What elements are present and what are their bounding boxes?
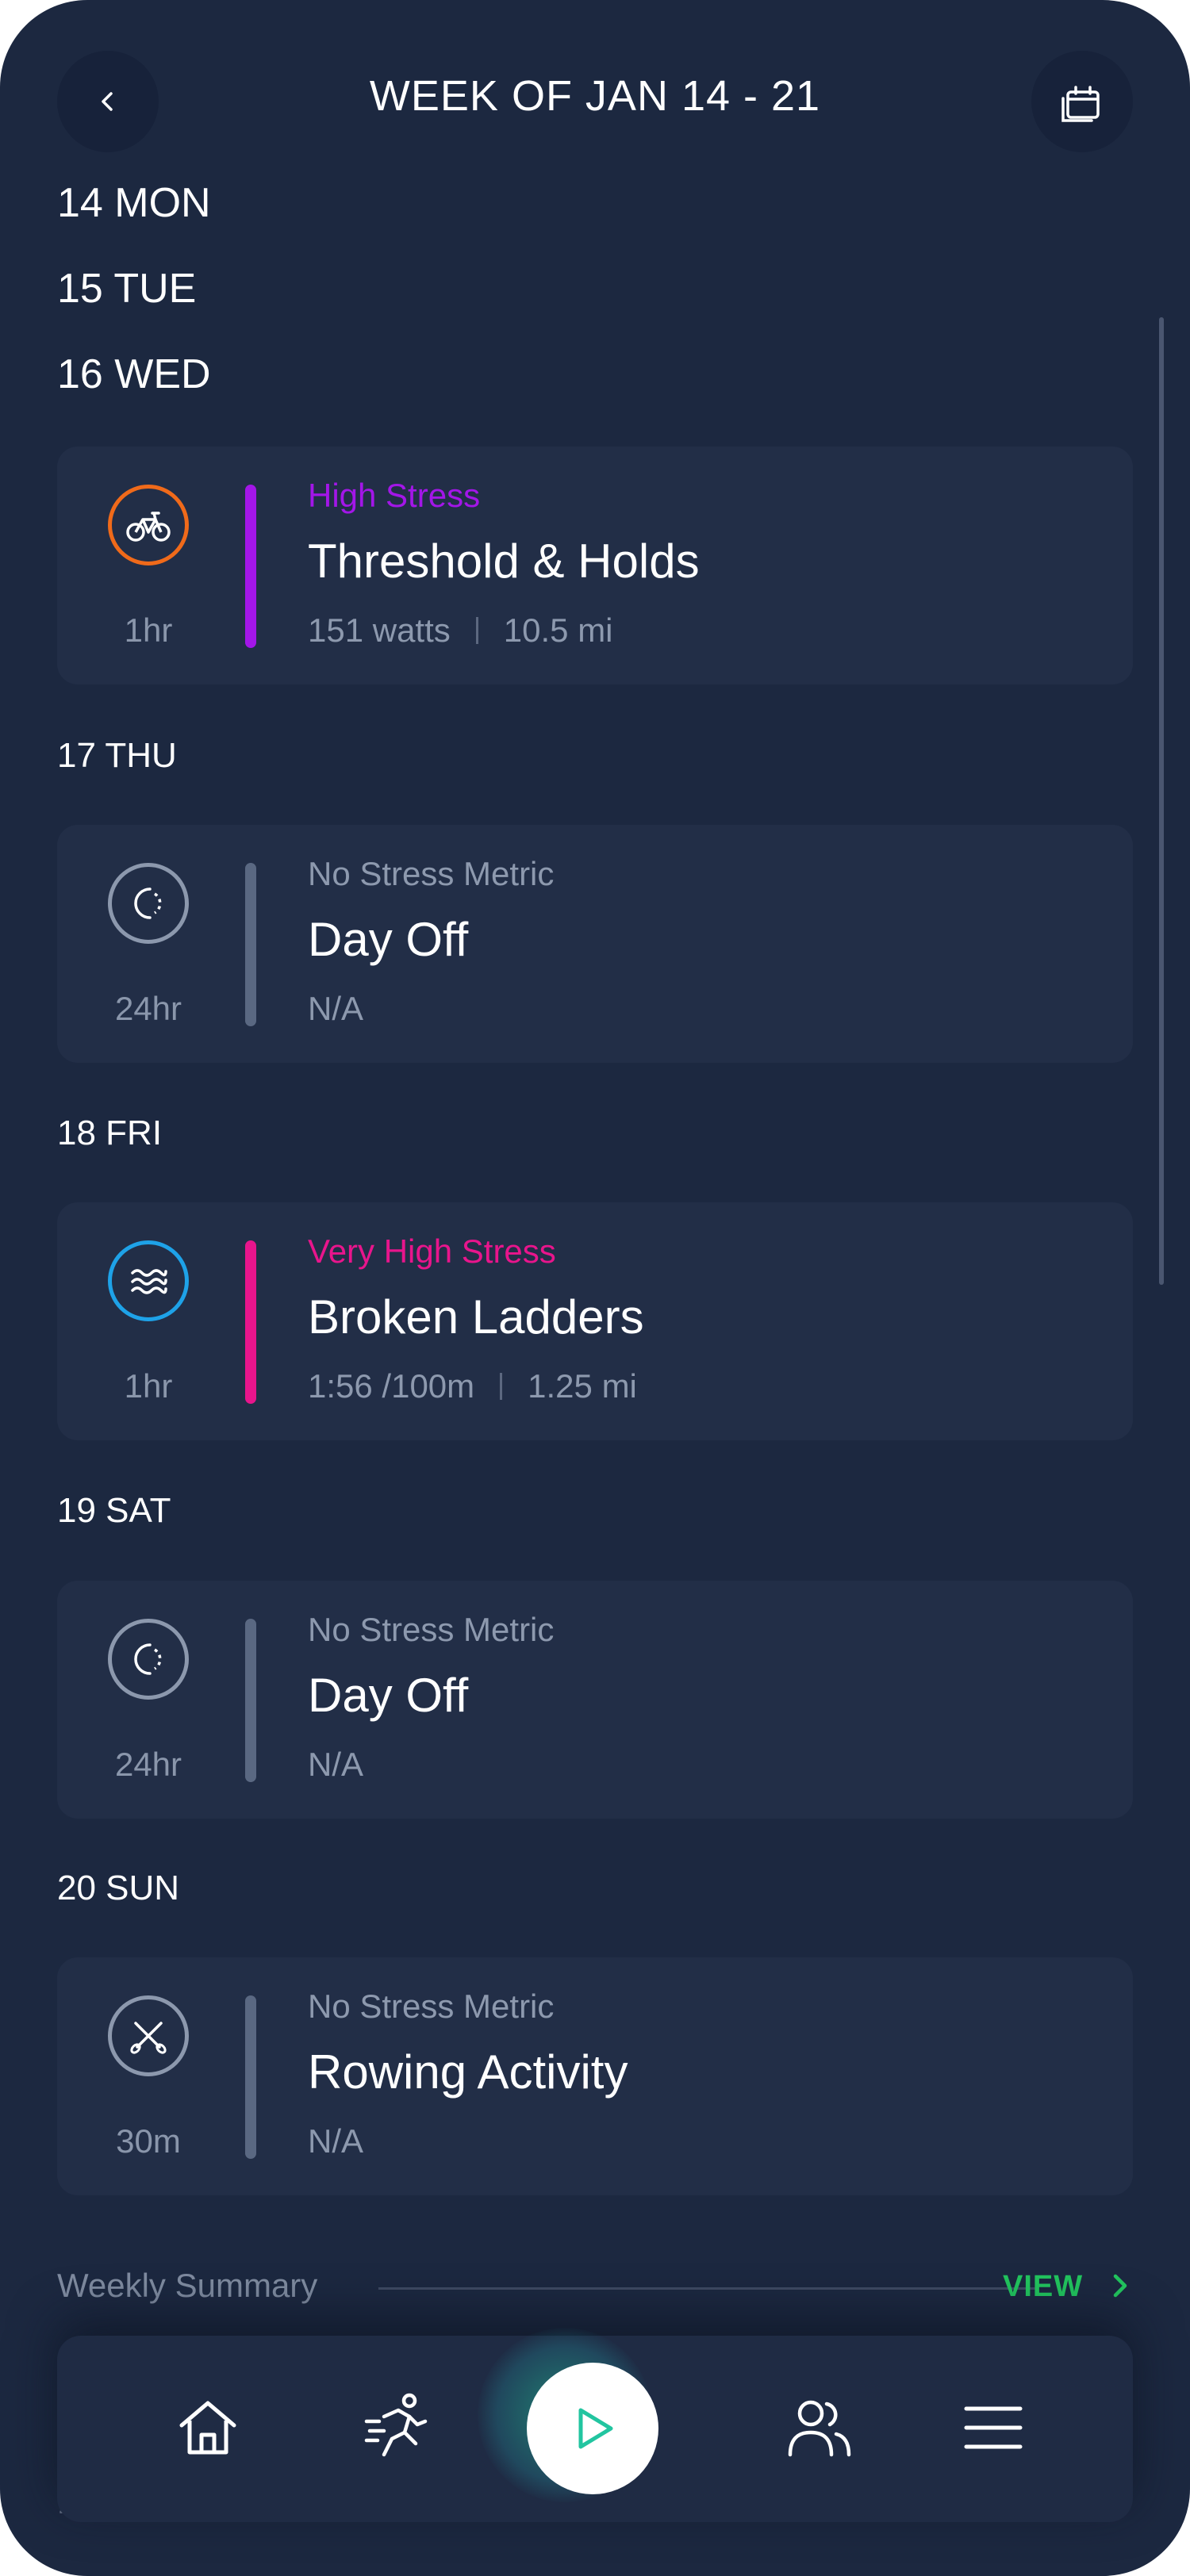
start-workout-button[interactable] bbox=[527, 2363, 658, 2494]
header: WEEK OF JAN 14 - 21 bbox=[0, 0, 1190, 198]
swim-icon bbox=[131, 1269, 167, 1294]
metric-distance: 10.5 mi bbox=[503, 611, 613, 649]
stress-label: High Stress bbox=[308, 477, 481, 514]
play-icon bbox=[578, 2408, 613, 2449]
workout-metrics: 151 watts 10.5 mi bbox=[308, 611, 613, 650]
stress-label: No Stress Metric bbox=[308, 1988, 555, 2025]
workout-name: Day Off bbox=[308, 1669, 469, 1722]
stress-label: Very High Stress bbox=[308, 1232, 556, 1270]
workout-card[interactable]: 24hr No Stress Metric Day Off N/A bbox=[57, 1581, 1133, 1819]
metric-separator bbox=[475, 617, 478, 644]
bike-icon-ring bbox=[108, 485, 189, 565]
home-icon bbox=[179, 2401, 236, 2455]
workout-metrics: N/A bbox=[308, 2122, 363, 2160]
workout-card[interactable]: 1hr Very High Stress Broken Ladders 1:56… bbox=[57, 1202, 1133, 1440]
workout-metrics: N/A bbox=[308, 990, 363, 1028]
app-screen: WEEK OF JAN 14 - 21 14 MON 15 TUE 16 WED bbox=[0, 0, 1190, 2576]
metric-value: N/A bbox=[308, 2122, 364, 2160]
swim-icon-ring bbox=[108, 1240, 189, 1321]
stress-bar bbox=[245, 1240, 256, 1404]
metric-value: N/A bbox=[308, 1746, 364, 1783]
metric-value: N/A bbox=[308, 990, 364, 1027]
page-title: WEEK OF JAN 14 - 21 bbox=[369, 72, 821, 120]
moon-icon-ring bbox=[108, 863, 189, 944]
metric-pace: 1:56 /100m bbox=[308, 1367, 475, 1405]
workout-duration: 30m bbox=[116, 2122, 181, 2160]
workout-duration: 1hr bbox=[124, 611, 173, 649]
weekly-summary-label: Weekly Summary bbox=[57, 2267, 318, 2304]
calendar-button[interactable] bbox=[1031, 51, 1133, 152]
rowing-icon bbox=[130, 2022, 167, 2054]
workout-name: Day Off bbox=[308, 913, 469, 966]
stress-label: No Stress Metric bbox=[308, 855, 555, 892]
stress-bar bbox=[245, 485, 256, 648]
workout-metrics: 1:56 /100m 1.25 mi bbox=[308, 1367, 637, 1405]
scrollbar[interactable] bbox=[1159, 317, 1164, 1285]
weekly-summary: Weekly Summary VIEW bbox=[57, 2267, 1133, 2311]
menu-icon bbox=[964, 2406, 1023, 2449]
community-icon bbox=[788, 2400, 851, 2457]
workout-card[interactable]: 30m No Stress Metric Rowing Activity N/A bbox=[57, 1957, 1133, 2195]
chevron-right-icon[interactable] bbox=[1104, 2267, 1136, 2305]
day-label-sat: 19 SAT bbox=[57, 1491, 171, 1530]
day-label-mon: 14 MON bbox=[57, 180, 211, 226]
day-label-wed: 16 WED bbox=[57, 351, 211, 397]
workout-duration: 24hr bbox=[114, 990, 182, 1027]
day-label-tue: 15 TUE bbox=[57, 266, 197, 312]
workout-name: Rowing Activity bbox=[308, 2045, 628, 2099]
metric-power: 151 watts bbox=[308, 611, 451, 649]
nav-home[interactable] bbox=[168, 2388, 248, 2467]
stress-bar bbox=[245, 1619, 256, 1782]
divider bbox=[378, 2287, 1037, 2290]
stress-label: No Stress Metric bbox=[308, 1611, 555, 1648]
nav-menu[interactable] bbox=[954, 2388, 1033, 2467]
workout-metrics: N/A bbox=[308, 1746, 363, 1784]
workout-name: Broken Ladders bbox=[308, 1290, 644, 1344]
view-summary-link[interactable]: VIEW bbox=[1003, 2270, 1083, 2304]
day-label-thu: 17 THU bbox=[57, 736, 177, 775]
moon-icon bbox=[134, 887, 162, 919]
nav-community[interactable] bbox=[779, 2388, 858, 2467]
stress-bar bbox=[245, 863, 256, 1026]
moon-icon bbox=[134, 1643, 162, 1675]
bottom-nav bbox=[57, 2328, 1133, 2522]
workout-name: Threshold & Holds bbox=[308, 535, 700, 588]
day-label-fri: 18 FRI bbox=[57, 1114, 163, 1152]
bike-icon bbox=[126, 512, 171, 542]
metric-separator bbox=[500, 1373, 503, 1400]
rowing-icon-ring bbox=[108, 1995, 189, 2076]
workout-card[interactable]: 24hr No Stress Metric Day Off N/A bbox=[57, 825, 1133, 1063]
moon-icon-ring bbox=[108, 1619, 189, 1700]
workout-duration: 1hr bbox=[124, 1367, 173, 1405]
metric-distance: 1.25 mi bbox=[528, 1367, 637, 1405]
workout-card[interactable]: 1hr High Stress Threshold & Holds 151 wa… bbox=[57, 447, 1133, 684]
calendar-stack-icon bbox=[1061, 86, 1100, 122]
activity-icon bbox=[364, 2393, 428, 2457]
day-label-sun: 20 SUN bbox=[57, 1869, 180, 1907]
stress-bar bbox=[245, 1995, 256, 2159]
workout-duration: 24hr bbox=[114, 1746, 182, 1783]
nav-activity[interactable] bbox=[359, 2388, 438, 2467]
